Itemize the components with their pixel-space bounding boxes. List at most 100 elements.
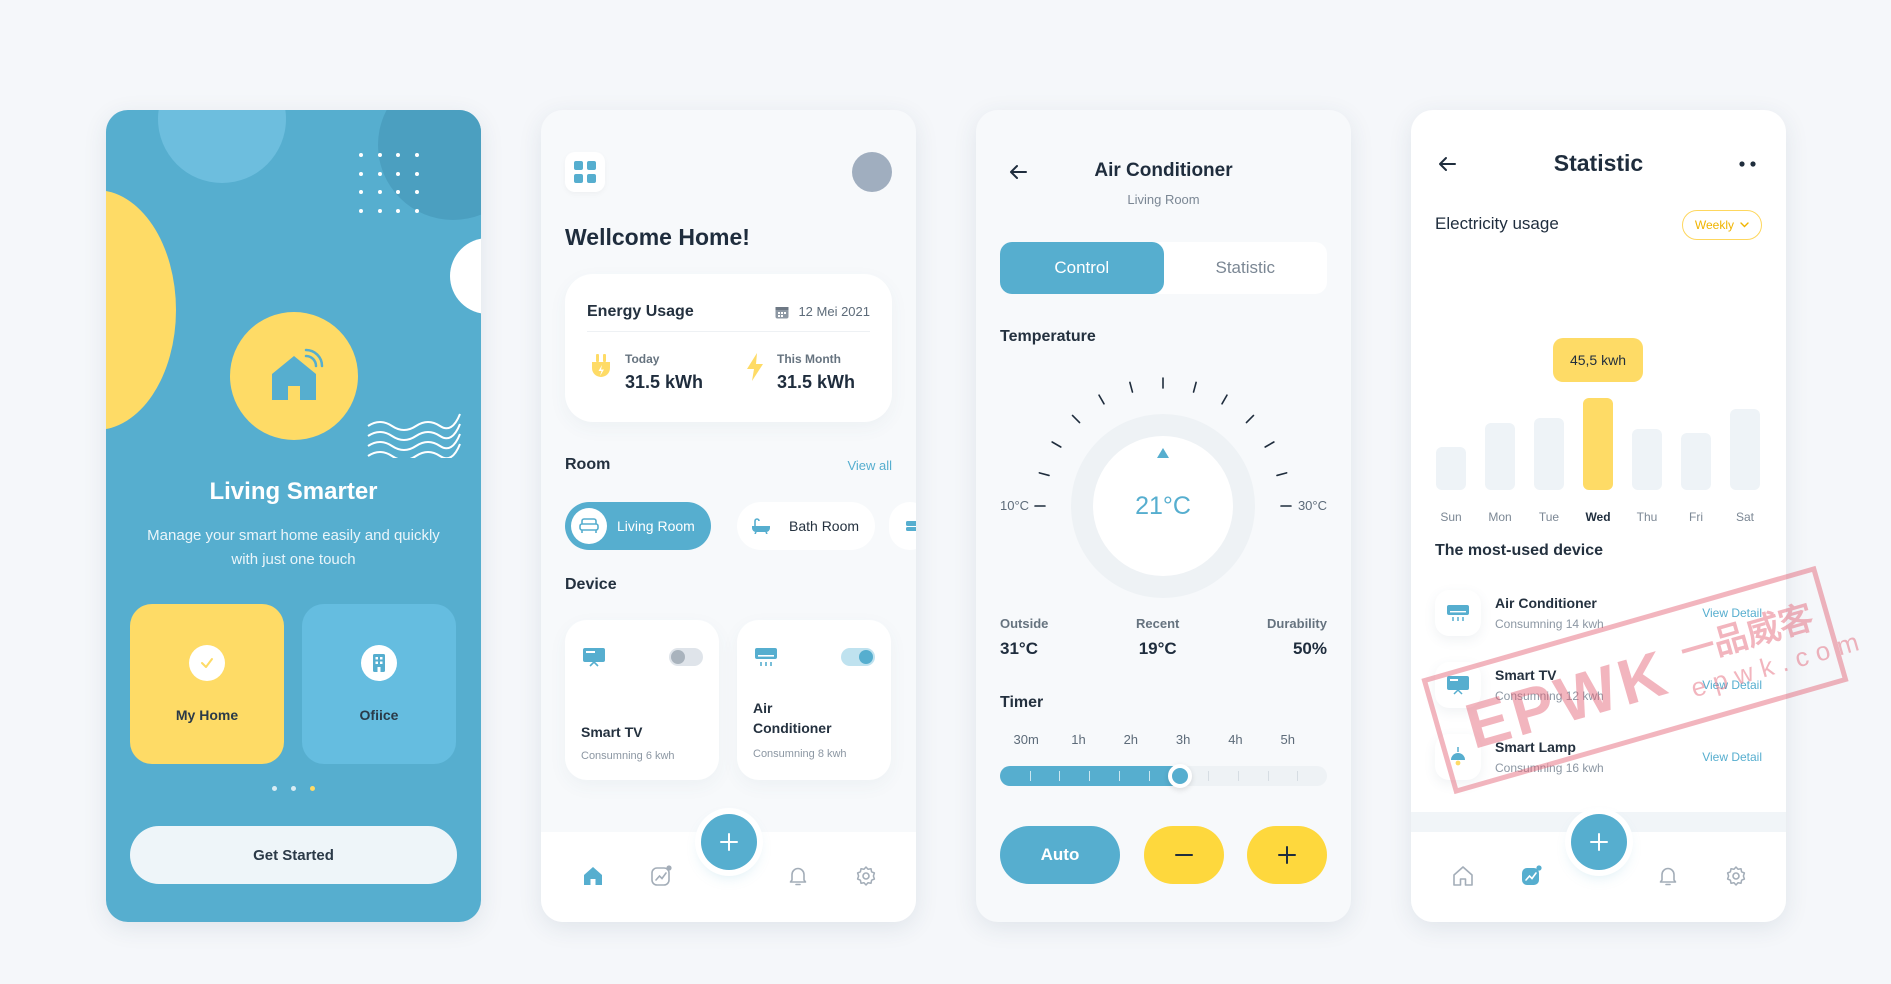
timer-label[interactable]: 3h — [1176, 732, 1190, 747]
temperature-max-label: 30°C — [1297, 498, 1327, 513]
dial-tick — [1051, 441, 1062, 448]
device-name: Smart TV — [1495, 667, 1557, 683]
most-used-device-row[interactable]: Smart TV Consumning 12 kwh View Detail — [1435, 660, 1762, 710]
usage-bar-chart — [1435, 340, 1762, 490]
add-device-button[interactable] — [1571, 814, 1627, 870]
gear-icon — [856, 866, 876, 886]
most-used-device-row[interactable]: Smart Lamp Consumning 16 kwh View Detail — [1435, 732, 1762, 782]
room-more-icon — [895, 508, 916, 544]
plus-icon — [1590, 833, 1608, 851]
decrease-temperature-button[interactable] — [1144, 826, 1224, 884]
usage-bar[interactable] — [1632, 428, 1662, 490]
tab-notifications[interactable] — [1654, 862, 1682, 890]
timer-slider[interactable] — [1000, 764, 1327, 788]
sofa-icon — [571, 508, 607, 544]
reading-durability: Durability 50% — [1267, 616, 1327, 659]
energy-date-text: 12 Mei 2021 — [798, 304, 870, 319]
dial-tick — [1038, 472, 1050, 477]
device-name: Air Conditioner — [1495, 595, 1597, 611]
timer-label[interactable]: 1h — [1071, 732, 1085, 747]
plus-icon — [1278, 846, 1296, 864]
most-used-device-row[interactable]: Air Conditioner Consumning 14 kwh View De… — [1435, 588, 1762, 638]
dial-tick — [1221, 394, 1228, 405]
month-label: This Month — [777, 352, 841, 366]
tab-statistic[interactable] — [1517, 862, 1545, 890]
timer-slider-tick — [1118, 771, 1120, 781]
tab-settings[interactable] — [852, 862, 880, 890]
view-detail-link[interactable]: View Detail — [1702, 678, 1762, 692]
timer-label[interactable]: 30m — [1014, 732, 1039, 747]
timer-label[interactable]: 2h — [1124, 732, 1138, 747]
usage-bar[interactable] — [1485, 422, 1515, 490]
view-all-link[interactable]: View all — [847, 458, 892, 473]
device-card-air-conditioner[interactable]: Air Conditioner Consumning 8 kwh — [737, 620, 891, 780]
room-chip-living-room[interactable]: Living Room — [565, 502, 711, 550]
chart-icon — [651, 865, 672, 886]
timer-slider-handle[interactable] — [1167, 764, 1192, 788]
bell-icon — [789, 867, 807, 886]
timer-label[interactable]: 5h — [1281, 732, 1295, 747]
tab-notifications[interactable] — [784, 862, 812, 890]
usage-day-label: Sun — [1440, 510, 1462, 524]
auto-button[interactable]: Auto — [1000, 826, 1120, 884]
usage-day-label: Mon — [1488, 510, 1512, 524]
electricity-usage-title: Electricity usage — [1435, 214, 1559, 233]
usage-bar[interactable] — [1534, 417, 1564, 490]
room-chip-more[interactable] — [889, 502, 916, 550]
room-chip-bath-room[interactable]: Bath Room — [737, 502, 876, 550]
tab-settings[interactable] — [1722, 862, 1750, 890]
view-detail-link[interactable]: View Detail — [1702, 750, 1762, 764]
check-icon — [189, 645, 225, 681]
avatar[interactable] — [852, 152, 892, 192]
menu-grid-button[interactable] — [565, 152, 605, 192]
usage-bar[interactable] — [1583, 398, 1613, 490]
temperature-dial[interactable]: 21°C 10°C 30°C — [976, 360, 1351, 610]
energy-date: 12 Mei 2021 — [774, 304, 870, 320]
auto-button-label: Auto — [1040, 845, 1080, 864]
minus-icon — [1175, 854, 1193, 856]
calendar-icon — [775, 306, 789, 318]
home-icon — [1453, 866, 1473, 886]
device-toggle-air-conditioner[interactable] — [841, 648, 875, 666]
add-device-button[interactable] — [701, 814, 757, 870]
statistic-screen: Statistic Electricity usage Weekly 45,5 … — [1411, 110, 1786, 922]
timer-label[interactable]: 4h — [1228, 732, 1242, 747]
device-card-smart-tv[interactable]: Smart TV Consumning 6 kwh — [565, 620, 719, 780]
tab-statistic[interactable]: Statistic — [1164, 242, 1328, 294]
usage-bar[interactable] — [1730, 408, 1760, 490]
period-dropdown[interactable]: Weekly — [1681, 210, 1762, 240]
timer-slider-tick — [1029, 771, 1031, 781]
reading-value: 31°C — [1000, 639, 1038, 658]
pager-dot[interactable] — [291, 786, 296, 791]
timer-slider-fill — [1000, 766, 1190, 786]
tab-home[interactable] — [579, 862, 607, 890]
pager-dot-active[interactable] — [310, 786, 315, 791]
room-title: Room — [565, 456, 611, 473]
more-options-icon[interactable] — [1736, 158, 1760, 170]
screen-title: Air Conditioner — [1094, 160, 1233, 181]
device-name: Smart Lamp — [1495, 739, 1576, 755]
control-statistic-tabs: Control Statistic — [1000, 242, 1327, 294]
pager-dot[interactable] — [272, 786, 277, 791]
usage-bar[interactable] — [1436, 447, 1466, 490]
temperature-min-label: 10°C — [1000, 498, 1030, 513]
page-title: Wellcome Home! — [565, 224, 750, 250]
tab-statistic[interactable] — [647, 862, 675, 890]
get-started-button[interactable]: Get Started — [130, 826, 457, 884]
reading-value: 19°C — [1138, 639, 1177, 658]
device-title: Device — [565, 576, 617, 593]
plus-icon — [720, 833, 738, 851]
usage-bar[interactable] — [1681, 433, 1711, 490]
tab-home[interactable] — [1449, 862, 1477, 890]
timer-title: Timer — [1000, 694, 1044, 711]
usage-day-label: Tue — [1538, 510, 1560, 524]
view-detail-link[interactable]: View Detail — [1702, 606, 1762, 620]
house-wifi-icon — [272, 348, 324, 400]
device-name: Air Conditioner — [753, 700, 832, 736]
device-toggle-smart-tv[interactable] — [669, 648, 703, 666]
increase-temperature-button[interactable] — [1247, 826, 1327, 884]
reading-recent: Recent 19°C — [1136, 616, 1179, 659]
tab-control[interactable]: Control — [1000, 242, 1164, 294]
mode-card-office[interactable]: Ofiice — [302, 604, 456, 764]
mode-card-home[interactable]: My Home — [130, 604, 284, 764]
